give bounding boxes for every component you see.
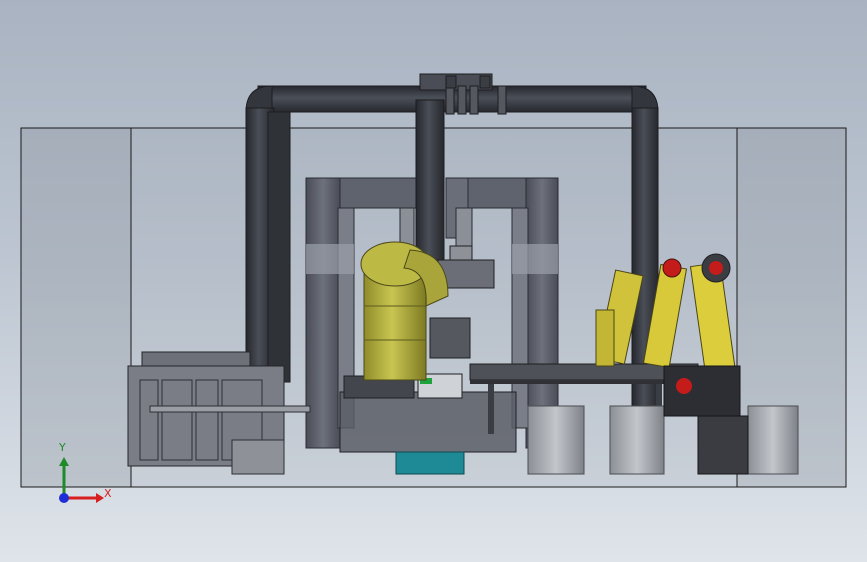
center-hopper: [429, 317, 471, 359]
gantry-band-right: [512, 244, 558, 274]
duct-flange-3: [469, 85, 479, 115]
conveyor-support-left: [488, 384, 494, 434]
enclosure-panel-left: [20, 127, 132, 488]
machine-housing[interactable]: [127, 351, 311, 475]
center-head-cap: [449, 245, 473, 261]
barrel-1: [527, 405, 585, 475]
barrel-2: [609, 405, 665, 475]
robot-base-plinth: [697, 415, 749, 475]
gantry-band-left: [306, 244, 354, 274]
robot-base-body: [663, 365, 741, 417]
robot-2-joint: [662, 258, 682, 278]
triad-x-arrow: [96, 493, 104, 503]
triad-y-label: Y: [59, 441, 66, 454]
duct-flange-4: [497, 85, 507, 115]
duct-flange-1: [445, 85, 455, 115]
barrels[interactable]: [527, 405, 799, 475]
center-base: [395, 451, 465, 475]
triad-z-origin: [59, 493, 69, 503]
robot-1-forearm: [595, 309, 615, 367]
gantry-column-left-outer: [305, 177, 341, 449]
assembly-scene[interactable]: [0, 0, 867, 562]
robot-base-joint: [676, 378, 692, 394]
duct-stack-2: [479, 75, 491, 89]
triad-x-label: X: [104, 487, 112, 500]
duct-stack-1: [445, 75, 457, 89]
housing-rail: [149, 405, 311, 413]
cad-viewport[interactable]: X Y: [0, 0, 867, 562]
duct-drop-center: [415, 99, 445, 261]
duct-flange-2: [457, 85, 467, 115]
robot-3-joint-cap: [709, 261, 723, 275]
housing-base: [231, 439, 285, 475]
duct-drop-left-rear: [267, 111, 291, 383]
barrel-3: [747, 405, 799, 475]
